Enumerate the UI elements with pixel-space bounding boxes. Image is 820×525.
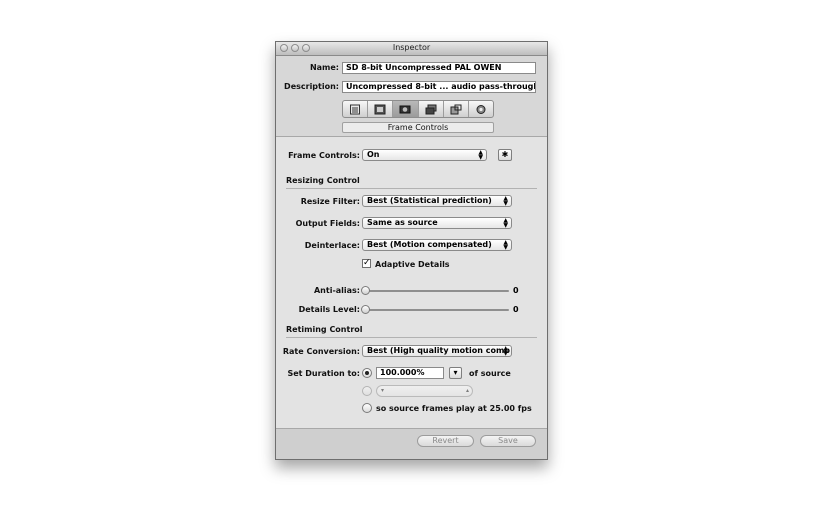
duration-timecode-field[interactable]: ▾ ▴ bbox=[376, 385, 473, 397]
name-label: Name: bbox=[309, 63, 339, 72]
inspector-header: Name: SD 8-bit Uncompressed PAL OWEN Des… bbox=[276, 56, 547, 137]
button-bar: Revert Save bbox=[276, 428, 547, 459]
title-bar: Inspector bbox=[276, 42, 547, 56]
resize-filter-label: Resize Filter: bbox=[300, 197, 360, 206]
popup-arrows-icon: ▲ ▼ bbox=[503, 239, 508, 251]
encoder-icon bbox=[374, 104, 386, 114]
of-source-label: of source bbox=[469, 369, 511, 378]
actions-icon bbox=[476, 104, 486, 114]
revert-button[interactable]: Revert bbox=[417, 435, 474, 447]
resize-filter-value: Best (Statistical prediction) bbox=[367, 196, 492, 205]
chevron-down-icon: ▾ bbox=[381, 387, 385, 394]
rate-conversion-value: Best (High quality motion comp bbox=[367, 346, 510, 355]
tab-summary[interactable] bbox=[343, 101, 369, 117]
source-frames-radio[interactable] bbox=[362, 403, 372, 413]
popup-arrows-icon: ▲ ▼ bbox=[503, 345, 508, 357]
deinterlace-popup[interactable]: Best (Motion compensated) ▲ ▼ bbox=[362, 239, 512, 251]
popup-arrows-icon: ▲ ▼ bbox=[478, 149, 483, 161]
details-level-slider-knob[interactable] bbox=[361, 305, 370, 314]
adaptive-details-checkbox[interactable]: ✓ bbox=[362, 259, 371, 268]
details-level-slider-track[interactable] bbox=[364, 309, 509, 311]
inspector-window: Inspector Name: SD 8-bit Uncompressed PA… bbox=[275, 41, 548, 460]
summary-icon bbox=[350, 104, 361, 114]
tab-filters[interactable] bbox=[419, 101, 444, 117]
antialias-slider-knob[interactable] bbox=[361, 286, 370, 295]
duration-unit-menu-button[interactable]: ▾ bbox=[449, 367, 462, 379]
antialias-value: 0 bbox=[513, 286, 519, 295]
antialias-label: Anti-alias: bbox=[313, 286, 360, 295]
tab-encoder[interactable] bbox=[368, 101, 394, 117]
resize-filter-popup[interactable]: Best (Statistical prediction) ▲ ▼ bbox=[362, 195, 512, 207]
duration-percent-radio[interactable] bbox=[362, 368, 372, 378]
resizing-section-title: Resizing Control bbox=[286, 176, 360, 185]
popup-arrows-icon: ▲ ▼ bbox=[503, 195, 508, 207]
filters-icon bbox=[425, 104, 437, 114]
chevron-down-icon: ▾ bbox=[453, 368, 458, 377]
save-button[interactable]: Save bbox=[480, 435, 536, 447]
active-tab-label: Frame Controls bbox=[342, 122, 494, 133]
deinterlace-label: Deinterlace: bbox=[304, 241, 360, 250]
tab-actions[interactable] bbox=[469, 101, 493, 117]
checkmark-icon: ✓ bbox=[363, 258, 371, 268]
output-fields-popup[interactable]: Same as source ▲ ▼ bbox=[362, 217, 512, 229]
description-field[interactable]: Uncompressed 8-bit ... audio pass-throug… bbox=[342, 81, 536, 93]
name-field[interactable]: SD 8-bit Uncompressed PAL OWEN bbox=[342, 62, 536, 74]
output-fields-label: Output Fields: bbox=[295, 219, 360, 228]
deinterlace-value: Best (Motion compensated) bbox=[367, 240, 492, 249]
chevron-up-icon: ▴ bbox=[465, 387, 469, 394]
description-label: Description: bbox=[284, 82, 339, 91]
antialias-slider-track[interactable] bbox=[364, 290, 509, 292]
adaptive-details-label: Adaptive Details bbox=[375, 260, 450, 269]
frame-controls-popup[interactable]: On ▲ ▼ bbox=[362, 149, 487, 161]
frame-controls-icon bbox=[399, 105, 411, 113]
rate-conversion-popup[interactable]: Best (High quality motion comp ▲ ▼ bbox=[362, 345, 512, 357]
output-fields-value: Same as source bbox=[367, 218, 438, 227]
set-duration-label: Set Duration to: bbox=[287, 369, 360, 378]
duration-timecode-radio[interactable] bbox=[362, 386, 372, 396]
inspector-tab-bar bbox=[342, 100, 494, 118]
rate-conversion-label: Rate Conversion: bbox=[282, 347, 360, 356]
retiming-section-title: Retiming Control bbox=[286, 325, 363, 334]
resizing-divider bbox=[286, 188, 537, 189]
details-level-value: 0 bbox=[513, 305, 519, 314]
duration-percent-field[interactable]: 100.000% bbox=[376, 367, 444, 379]
frame-controls-value: On bbox=[367, 150, 380, 159]
geometry-icon bbox=[450, 104, 462, 114]
frame-controls-settings-button[interactable]: ✱ bbox=[498, 149, 512, 161]
tab-geometry[interactable] bbox=[444, 101, 469, 117]
frame-controls-label: Frame Controls: bbox=[288, 151, 360, 160]
window-title: Inspector bbox=[392, 43, 431, 52]
details-level-label: Details Level: bbox=[298, 305, 360, 314]
source-frames-label: so source frames play at 25.00 fps bbox=[376, 404, 532, 413]
tab-frame-controls[interactable] bbox=[393, 101, 419, 117]
gear-icon: ✱ bbox=[501, 150, 509, 159]
retiming-divider bbox=[286, 337, 537, 338]
popup-arrows-icon: ▲ ▼ bbox=[503, 217, 508, 229]
